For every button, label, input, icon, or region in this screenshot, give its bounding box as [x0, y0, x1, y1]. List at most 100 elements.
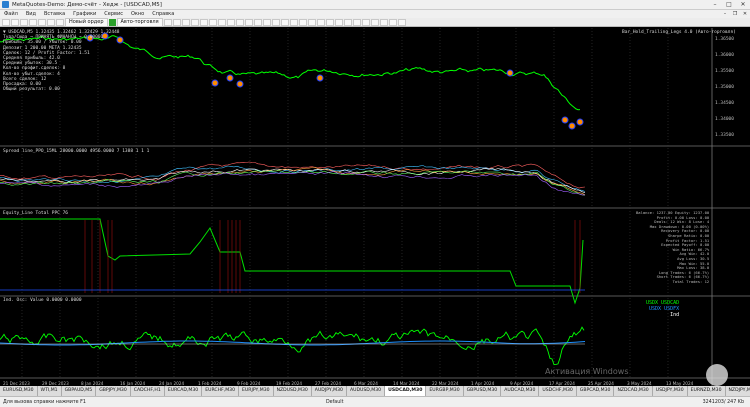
text-tool-icon[interactable]	[317, 19, 325, 26]
autotrading-icon[interactable]	[109, 19, 116, 26]
trade-marker-icon[interactable]	[562, 117, 568, 123]
price-axis-label: 1.34000	[715, 116, 734, 122]
period-m1-icon[interactable]	[344, 19, 352, 26]
price-panel-info: ▼ USDCAD,M5 1.32435 1.32462 1.32429 1.32…	[3, 30, 120, 92]
subwindow1-label: Spread line_PPO_15ML 28000.0000 4956.000…	[3, 149, 149, 154]
child-close-icon[interactable]: ✕	[740, 11, 750, 17]
price-axis-label: 1.34500	[715, 100, 734, 106]
chart-tab[interactable]: AUDJPY,M30	[312, 386, 347, 396]
new-chart-icon[interactable]	[2, 19, 10, 26]
chart-tab[interactable]: USDCHF,M30	[539, 386, 576, 396]
status-help-text: Для вызова справки нажмите F1	[3, 400, 86, 405]
spread-band-line	[0, 162, 585, 188]
zoom-out-icon[interactable]	[200, 19, 208, 26]
expert-label[interactable]: Bar_Hold_Trailing_Legs 4.0 (Авто-торговл…	[622, 30, 736, 35]
chart-tab[interactable]: GBPAUD,M5	[62, 386, 97, 396]
period-m30-icon[interactable]	[371, 19, 379, 26]
chart-tab[interactable]: EURGBP,M30	[426, 386, 463, 396]
channel-icon[interactable]	[299, 19, 307, 26]
chart-tab[interactable]: NZDUSD,M30	[274, 386, 312, 396]
trade-marker-icon[interactable]	[227, 75, 233, 81]
fibonacci-icon[interactable]	[308, 19, 316, 26]
child-restore-icon[interactable]: ❐	[730, 11, 740, 17]
profiles-icon[interactable]	[11, 19, 19, 26]
market-watch-icon[interactable]	[20, 19, 28, 26]
period-m5-icon[interactable]	[353, 19, 361, 26]
zoom-in-icon[interactable]	[191, 19, 199, 26]
chart-tab[interactable]: EURJPY,M30	[239, 386, 274, 396]
trade-marker-icon[interactable]	[507, 70, 513, 76]
magnifier-icon[interactable]	[706, 364, 728, 386]
tester-icon[interactable]	[56, 19, 64, 26]
period-h1-icon[interactable]	[380, 19, 388, 26]
chart-tab[interactable]: AUDCAD,M30	[501, 386, 539, 396]
stats-line: Total Trades: 12	[636, 280, 709, 285]
chart-tab[interactable]: EURNZD,M30	[688, 386, 726, 396]
periods-icon[interactable]	[245, 19, 253, 26]
menu-insert[interactable]: Вставка	[40, 11, 69, 17]
chart-area[interactable]: 1.365001.360001.355001.350001.345001.340…	[0, 28, 750, 386]
candle-chart-icon[interactable]	[173, 19, 181, 26]
chart-tab[interactable]: EURUSD,M30	[0, 386, 38, 396]
templates-icon[interactable]	[254, 19, 262, 26]
indicators-icon[interactable]	[236, 19, 244, 26]
menu-file[interactable]: Файл	[0, 11, 22, 17]
bar-chart-icon[interactable]	[164, 19, 172, 26]
maximize-icon[interactable]: □	[722, 0, 736, 9]
windows-activation-watermark: Активация Windows	[545, 367, 629, 376]
menu-window[interactable]: Окно	[127, 11, 148, 17]
menu-charts[interactable]: Графики	[69, 11, 100, 17]
label-tool-icon[interactable]	[326, 19, 334, 26]
chart-shift-icon[interactable]	[227, 19, 235, 26]
chart-tab[interactable]: GBPUSD,M30	[464, 386, 502, 396]
close-icon[interactable]: ✕	[736, 0, 750, 9]
period-h4-icon[interactable]	[389, 19, 397, 26]
crosshair-icon[interactable]	[263, 19, 271, 26]
period-d1-icon[interactable]	[398, 19, 406, 26]
status-bar: Для вызова справки нажмите F1 Default 32…	[0, 396, 750, 407]
tile-windows-icon[interactable]	[209, 19, 217, 26]
vertical-line-icon[interactable]	[272, 19, 280, 26]
app-icon	[2, 1, 9, 8]
chart-tab[interactable]: GBPCAD,M30	[577, 386, 615, 396]
subwindow2-label: Equity_Line Total PPC 76	[3, 211, 68, 216]
new-order-button[interactable]: Новый ордер	[65, 18, 108, 27]
arrows-icon[interactable]	[335, 19, 343, 26]
chart-tab[interactable]: EURCAD,M30	[165, 386, 202, 396]
terminal-icon[interactable]	[47, 19, 55, 26]
chart-tab[interactable]: NZDCAD,M30	[614, 386, 652, 396]
trade-marker-icon[interactable]	[569, 123, 575, 129]
chart-tab[interactable]: NZDJPY,M30	[726, 386, 750, 396]
data-window-icon[interactable]	[29, 19, 37, 26]
trade-marker-icon[interactable]	[317, 75, 323, 81]
autoscroll-icon[interactable]	[218, 19, 226, 26]
line-chart-icon[interactable]	[182, 19, 190, 26]
equity-stats: Balance: 1237.00 Equity: 1237.00 Profit:…	[636, 211, 709, 285]
price-axis-label: 1.33500	[715, 132, 734, 138]
trade-marker-icon[interactable]	[577, 119, 583, 125]
osc-legend: USDX USDCAD USDX USDFX Ind	[646, 300, 679, 318]
chart-tab[interactable]: USDJPY,M30	[653, 386, 688, 396]
minimize-icon[interactable]: –	[708, 0, 722, 9]
trade-marker-icon[interactable]	[212, 80, 218, 86]
chart-tab[interactable]: GBPJPY,M30	[96, 386, 131, 396]
horizontal-line-icon[interactable]	[281, 19, 289, 26]
chart-tab[interactable]: WTI,M1	[38, 386, 62, 396]
chart-tab[interactable]: CADCHF,H1	[131, 386, 165, 396]
navigator-icon[interactable]	[38, 19, 46, 26]
chart-tab[interactable]: AUDUSD,M30	[347, 386, 385, 396]
chart-tab[interactable]: USDCAD,M30	[385, 386, 426, 396]
oscillator-line	[0, 327, 584, 364]
autotrading-button[interactable]: Авто-торговля	[117, 18, 163, 27]
price-axis-label: 1.36500	[715, 36, 734, 42]
child-minimize-icon[interactable]: –	[720, 11, 730, 17]
period-m15-icon[interactable]	[362, 19, 370, 26]
chart-tab[interactable]: EURCHF,M30	[202, 386, 239, 396]
menu-view[interactable]: Вид	[22, 11, 40, 17]
menu-tools[interactable]: Сервис	[100, 11, 127, 17]
trade-marker-icon[interactable]	[237, 81, 243, 87]
trendline-icon[interactable]	[290, 19, 298, 26]
legend-item: Ind	[646, 312, 679, 318]
subwindow3-label: Ind. Osc: Value 0.0000 0.0000	[3, 298, 82, 303]
menu-help[interactable]: Справка	[148, 11, 178, 17]
